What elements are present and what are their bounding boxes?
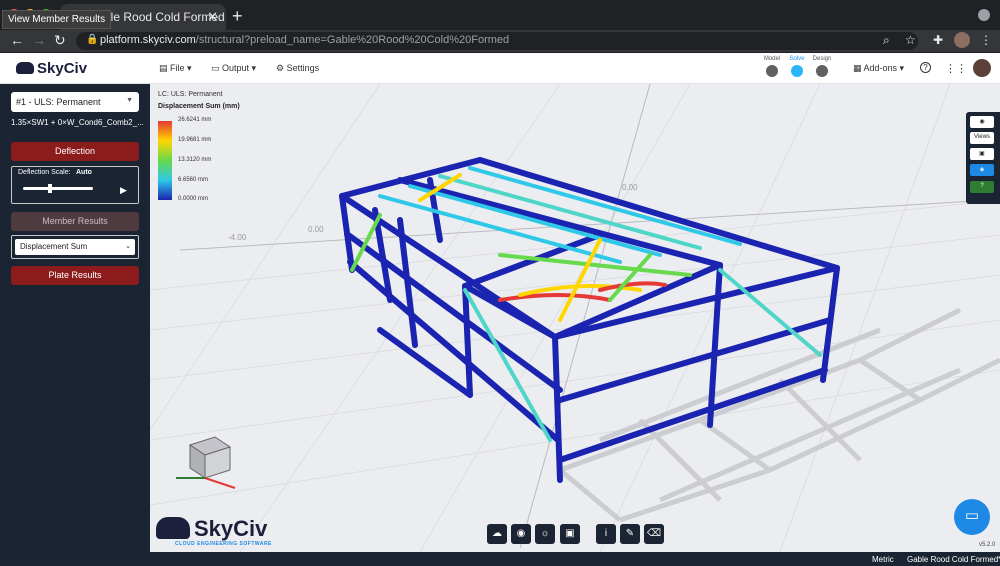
version-label: v5.2.0 [979,542,996,548]
stage-design[interactable]: Design [810,56,834,77]
menu-settings-label: Settings [286,63,320,73]
deflection-scale-label: Deflection Scale: [18,169,71,176]
right-toolbar: ◉ Views ▣ ◈ ? [966,112,1000,204]
pencil-icon[interactable]: ✎ [620,524,640,544]
deflection-scale-value: Auto [76,169,92,176]
structure-render: -4.00 0.00 0.00 [150,84,1000,552]
reload-icon[interactable]: ↻ [54,32,66,49]
legend-color-scale [158,121,172,200]
stage-model-label: Model [763,56,781,62]
model-icon [766,65,778,77]
user-avatar[interactable] [973,59,991,77]
view-cube[interactable] [176,436,236,489]
apps-grid-icon[interactable]: ⋮⋮ [945,62,967,75]
stage-design-label: Design [812,56,832,62]
info-icon[interactable]: i [596,524,616,544]
legend-tick: 13.3120 mm [178,157,212,163]
brand-subtitle: CLOUD ENGINEERING SOFTWARE [175,541,272,547]
url-path: /structural?preload_name=Gable%20Rood%20… [195,34,510,46]
logo-text: SkyCiv [37,60,88,77]
legend-tick: 6.6560 mm [178,177,209,183]
legend-tick: 0.0000 mm [178,196,209,202]
menu-file[interactable]: ▤ File ▾ [159,63,192,74]
menu-file-label: File [170,63,185,73]
visibility-icon[interactable]: ◉ [511,524,531,544]
browser-tab-bar: Gable Rood Cold Formed | Sk ✕ + View Mem… [0,0,1000,30]
stage-model[interactable]: Model [760,56,784,77]
eraser-icon[interactable]: ⌫ [644,524,664,544]
deflection-scale-panel: Deflection Scale: Auto ▶ [11,166,139,204]
close-tab-icon[interactable]: ✕ [207,9,218,25]
extensions-icon[interactable]: ✚ [933,33,943,47]
menu-addons[interactable]: ▦ Add-ons ▾ [853,63,904,74]
chrome-menu-icon[interactable]: ⋮ [980,33,992,47]
legend-tick: 19.9681 mm [178,137,212,143]
eye-icon[interactable]: ◉ [970,116,994,128]
grid-label: -4.00 [228,233,247,242]
grid-label: 0.00 [308,225,324,234]
plate-results-button[interactable]: Plate Results [11,266,139,285]
cloud-logo-icon [16,62,34,74]
views-button[interactable]: Views [970,132,994,144]
screenshot-camera-icon[interactable]: ▣ [560,524,580,544]
menu-output[interactable]: ▭ Output ▾ [211,63,256,74]
design-icon [816,65,828,77]
grid-label: 0.00 [622,183,638,192]
chat-support-icon[interactable]: ▭ [954,499,990,535]
menu-settings[interactable]: ⚙ Settings [276,63,319,74]
help-icon[interactable]: ? [920,62,931,73]
url-host: platform.skyciv.com [100,34,196,46]
load-combination-text: 1.35×SW1 + 0×W_Cond6_Comb2_... [11,118,144,127]
load-case-select[interactable]: #1 - ULS: Permanent ▼ [11,92,139,112]
help-circle-icon[interactable]: ? [970,181,994,193]
load-case-value: #1 - ULS: Permanent [16,97,101,107]
lock-icon: 🔒 [86,34,99,45]
skyciv-watermark: SkyCiv [156,516,267,542]
app-header: SkyCiv ▤ File ▾ ▭ Output ▾ ⚙ Settings Mo… [0,53,1000,84]
skyciv-logo[interactable]: SkyCiv [16,60,87,77]
result-type-value: Displacement Sum [20,242,88,251]
cube-icon[interactable]: ◈ [970,164,994,176]
chevron-down-icon: ▼ [126,97,133,104]
menu-output-label: Output [222,63,250,73]
lightbulb-icon[interactable]: ☼ [535,524,555,544]
render-options-icon[interactable]: ☁ [487,524,507,544]
cloud-logo-icon [156,517,190,539]
profile-avatar[interactable] [954,32,970,48]
address-bar: ← → ↻ 🔒 platform.skyciv.com/structural?p… [0,30,1000,52]
browser-profile-menu-icon[interactable] [978,9,990,21]
3d-viewport[interactable]: -4.00 0.00 0.00 [150,84,1000,552]
grid-axes [179,84,991,549]
chevron-down-icon: ⌄ [125,243,131,250]
stage-solve[interactable]: Solve [785,56,809,77]
project-name-status: Gable Rood Cold Formed* [907,555,1000,564]
stage-solve-label: Solve [789,56,805,62]
units-status[interactable]: Metric [872,555,894,564]
url-field[interactable]: 🔒 platform.skyciv.com/structural?preload… [76,32,918,50]
member-results-button[interactable]: Member Results [11,212,139,231]
forward-icon[interactable]: → [32,32,46,48]
camera-icon[interactable]: ▣ [970,148,994,160]
bookmark-star-icon[interactable]: ☆ [905,33,916,47]
load-case-label: LC: ULS: Permanent [158,91,223,98]
frame-shadow [558,307,1000,523]
legend-tick: 26.6241 mm [178,117,212,123]
solve-icon [791,65,803,77]
tooltip: View Member Results [2,10,112,29]
new-tab-button[interactable]: + [232,6,243,27]
back-icon[interactable]: ← [10,32,24,48]
watermark-text: SkyCiv [194,516,268,541]
menu-addons-label: Add-ons [863,63,898,73]
status-bar: Metric Gable Rood Cold Formed* [0,552,1000,566]
result-type-panel: Displacement Sum ⌄ [11,235,139,259]
slider-thumb[interactable] [48,184,52,193]
deflection-scale-slider[interactable] [23,187,93,190]
deflection-button[interactable]: Deflection [11,142,139,161]
legend-title: Displacement Sum (mm) [158,103,240,110]
play-icon[interactable]: ▶ [120,185,127,196]
result-type-select[interactable]: Displacement Sum ⌄ [15,239,135,255]
zoom-icon[interactable]: ⌕ [883,33,890,48]
